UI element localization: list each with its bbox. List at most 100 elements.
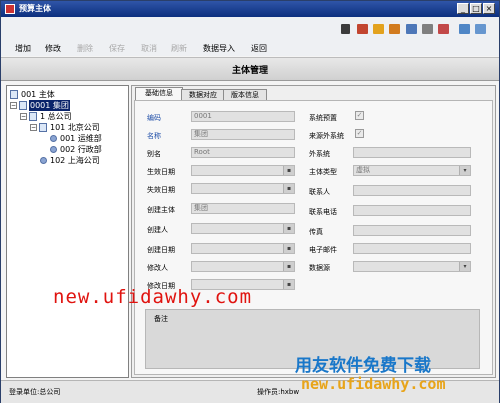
creator-entity-field[interactable]: 集团 (191, 203, 295, 214)
fax-label: 传真 (309, 228, 323, 236)
basic-info-form: 编码 0001 名称 集团 别名 Root 生效日期 ▪ 失效日期 ▪ 创建主体… (134, 100, 493, 375)
alias-field[interactable]: Root (191, 147, 295, 158)
login-unit-status: 登录单位:总公司 (9, 388, 61, 396)
collapse-icon[interactable]: − (10, 102, 17, 109)
effective-date-label: 生效日期 (147, 168, 175, 176)
calendar-icon[interactable]: ▪ (283, 184, 294, 193)
create-date-field[interactable]: ▪ (191, 243, 295, 254)
entity-type-select[interactable]: 虚拟 ▾ (353, 165, 471, 176)
create-date-label: 创建日期 (147, 246, 175, 254)
collapse-icon[interactable]: − (20, 113, 27, 120)
report-icon[interactable] (406, 24, 417, 34)
modifier-field[interactable]: ▪ (191, 261, 295, 272)
page-header: 主体管理 (1, 57, 499, 81)
system-preset-checkbox[interactable]: ✓ (355, 111, 364, 120)
window-title: 预算主体 (19, 4, 51, 13)
tree-node-head-office[interactable]: − 1 总公司 (20, 111, 73, 122)
save-button[interactable]: 保存 (109, 43, 125, 54)
leaf-node-icon (40, 157, 47, 164)
modifier-label: 修改人 (147, 264, 168, 272)
email-field[interactable] (353, 243, 471, 254)
watermark-slogan: 用友软件免费下载 (295, 356, 431, 376)
external-source-checkbox[interactable]: ✓ (355, 129, 364, 138)
expire-date-label: 失效日期 (147, 186, 175, 194)
collapse-icon[interactable]: − (30, 124, 37, 131)
tab-basic-info[interactable]: 基础信息 (135, 87, 183, 101)
folder-icon (19, 101, 27, 110)
leaf-node-icon (50, 146, 57, 153)
lookup-icon[interactable]: ▪ (283, 262, 294, 271)
folder-icon (29, 112, 37, 121)
chevron-down-icon[interactable]: ▾ (459, 166, 470, 175)
code-label: 编码 (147, 114, 161, 122)
cancel-button[interactable]: 取消 (141, 43, 157, 54)
datasource-select[interactable]: ▾ (353, 261, 471, 272)
return-button[interactable]: 返回 (251, 43, 267, 54)
leaf-node-icon (50, 135, 57, 142)
tree-node-root[interactable]: 001 主体 (10, 89, 56, 100)
app-icon (5, 4, 15, 14)
title-bar: 预算主体 _ □ × (1, 1, 499, 17)
data-import-button[interactable]: 数据导入 (203, 43, 235, 54)
warning-icon[interactable] (341, 24, 350, 34)
tree-node-ops-dept[interactable]: 001 运维部 (50, 133, 103, 144)
entity-type-value: 虚拟 (356, 166, 370, 174)
tree-node-group[interactable]: − 0001 集团 (10, 100, 70, 111)
delete-button[interactable]: 删除 (77, 43, 93, 54)
chevron-down-icon[interactable]: ▾ (459, 262, 470, 271)
tree-node-beijing[interactable]: − 101 北京公司 (30, 122, 101, 133)
name-label: 名称 (147, 132, 161, 140)
minimize-button[interactable]: _ (457, 3, 469, 14)
operator-status: 操作员:hxbw (257, 388, 300, 396)
watermark-site-red: new.ufidawhy.com (53, 286, 253, 308)
refresh-button[interactable]: 刷新 (171, 43, 187, 54)
system-toolbar (1, 17, 499, 42)
creator-field[interactable]: ▪ (191, 223, 295, 234)
watermark-site-orange: new.ufidawhy.com (301, 375, 446, 393)
contact-label: 联系人 (309, 188, 330, 196)
fax-field[interactable] (353, 225, 471, 236)
email-label: 电子邮件 (309, 246, 337, 254)
tools-icon[interactable] (422, 24, 433, 34)
app-window: 预算主体 _ □ × 增加 修改 删除 保存 取消 刷新 数据导入 返回 主体管… (0, 0, 500, 403)
name-field[interactable]: 集团 (191, 129, 295, 140)
document-icon[interactable] (357, 24, 368, 34)
calendar-icon[interactable]: ▪ (283, 166, 294, 175)
alias-label: 别名 (147, 150, 161, 158)
effective-date-field[interactable]: ▪ (191, 165, 295, 176)
calendar-icon[interactable]: ▪ (283, 280, 294, 289)
maximize-button[interactable]: □ (470, 3, 482, 14)
entity-type-label: 主体类型 (309, 168, 337, 176)
detail-panel: 基础信息 数据对应 版本信息 编码 0001 名称 集团 别名 Root 生效日… (131, 85, 496, 378)
external-system-label: 外系统 (309, 150, 330, 158)
add-button[interactable]: 增加 (15, 43, 31, 54)
tree-node-shanghai[interactable]: 102 上海公司 (40, 155, 101, 166)
lookup-icon[interactable]: ▪ (283, 224, 294, 233)
action-toolbar: 增加 修改 删除 保存 取消 刷新 数据导入 返回 (1, 41, 499, 56)
creator-entity-label: 创建主体 (147, 206, 175, 214)
exit-icon[interactable] (438, 24, 449, 34)
remark-label: 备注 (154, 315, 168, 323)
edit-button[interactable]: 修改 (45, 43, 61, 54)
entity-tree: 001 主体 − 0001 集团 − 1 总公司 − 101 北京公司 001 … (6, 85, 129, 378)
help-icon[interactable] (475, 24, 486, 34)
calendar-icon[interactable] (389, 24, 400, 34)
phone-label: 联系电话 (309, 208, 337, 216)
expire-date-field[interactable]: ▪ (191, 183, 295, 194)
external-source-label: 来源外系统 (309, 132, 344, 140)
tree-node-admin-dept[interactable]: 002 行政部 (50, 144, 103, 155)
external-system-field[interactable] (353, 147, 471, 158)
refresh-icon[interactable] (459, 24, 470, 34)
close-button[interactable]: × (483, 3, 495, 14)
contact-field[interactable] (353, 185, 471, 196)
code-field[interactable]: 0001 (191, 111, 295, 122)
page-title: 主体管理 (231, 66, 268, 76)
phone-field[interactable] (353, 205, 471, 216)
creator-label: 创建人 (147, 226, 168, 234)
calendar-icon[interactable]: ▪ (283, 244, 294, 253)
mail-icon[interactable] (373, 24, 384, 34)
system-preset-label: 系统预置 (309, 114, 337, 122)
folder-icon (10, 90, 18, 99)
folder-icon (39, 123, 47, 132)
datasource-label: 数据源 (309, 264, 330, 272)
